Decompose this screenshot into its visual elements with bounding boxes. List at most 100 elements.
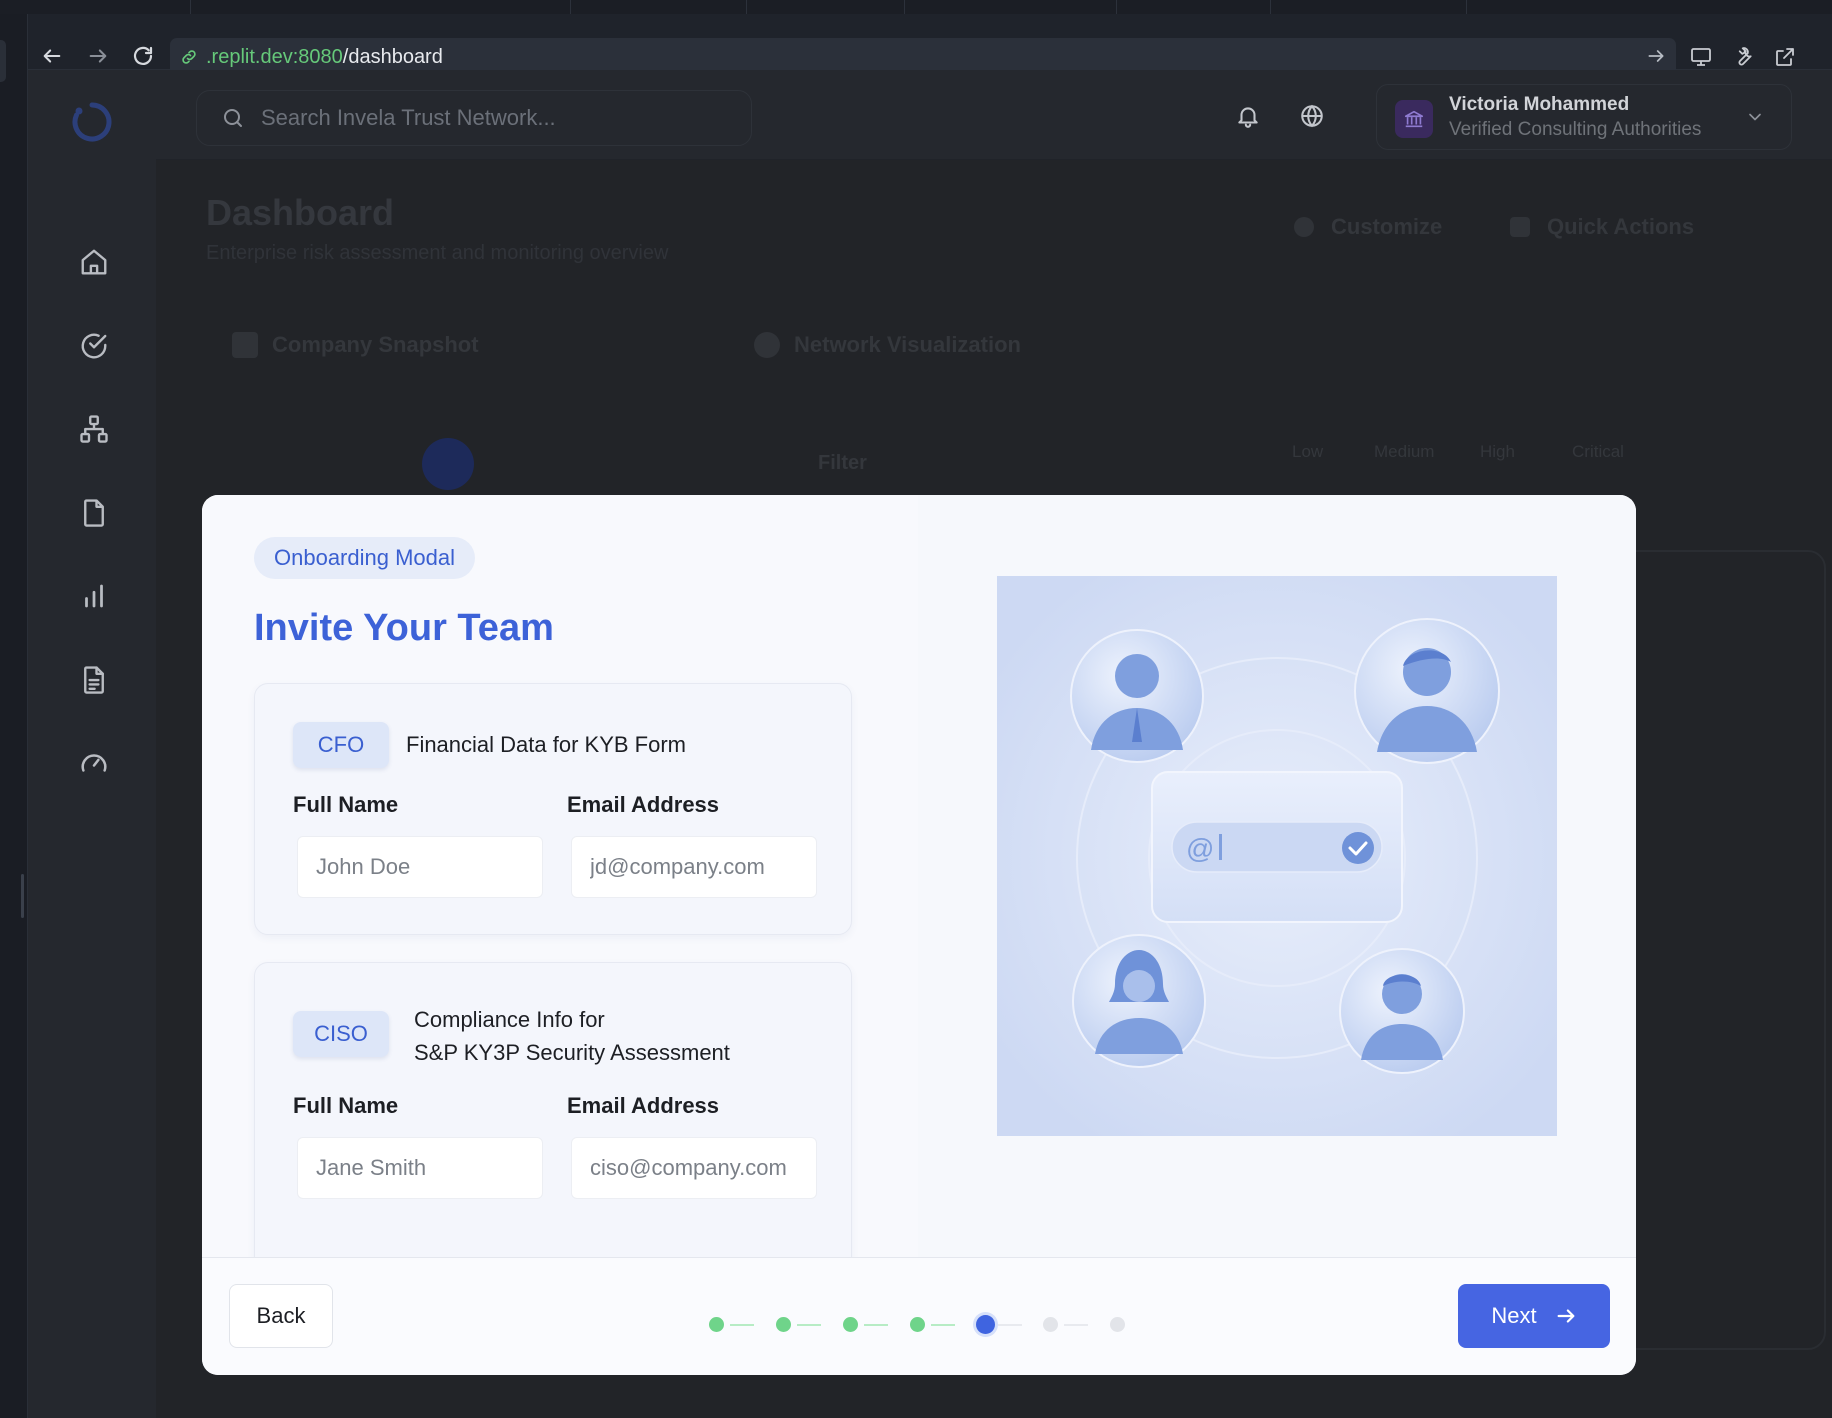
- url-host: .replit.dev:8080: [206, 45, 343, 68]
- devices-button[interactable]: [1684, 40, 1718, 74]
- cfo-full-name-input[interactable]: [297, 836, 543, 898]
- browser-tab[interactable]: [1116, 0, 1270, 14]
- forward-nav-button[interactable]: [80, 38, 116, 74]
- modal-title: Invite Your Team: [254, 607, 554, 649]
- company-node: [422, 438, 474, 490]
- step-dot-complete: [776, 1317, 791, 1332]
- sidebar-item-insights[interactable]: [74, 576, 114, 616]
- next-button[interactable]: Next: [1458, 1284, 1610, 1348]
- search-icon: [224, 109, 242, 127]
- reload-button[interactable]: [125, 38, 161, 74]
- modal-content: Onboarding Modal Invite Your Team CFO Fi…: [202, 495, 918, 1282]
- step-dot-complete: [910, 1317, 925, 1332]
- arrow-right-icon: [1557, 1309, 1575, 1323]
- modal-badge: Onboarding Modal: [254, 537, 476, 579]
- grid-icon: [1510, 217, 1530, 237]
- arrow-left-icon: [43, 49, 61, 63]
- global-search[interactable]: Search Invela Trust Network...: [196, 90, 752, 146]
- monitor-icon: [1691, 48, 1711, 66]
- devtools-button[interactable]: [1726, 40, 1760, 74]
- role-badge-cfo: CFO: [293, 722, 389, 768]
- step-connector: [730, 1324, 754, 1326]
- role-badge-ciso: CISO: [293, 1011, 389, 1057]
- link-icon: [182, 50, 196, 64]
- gauge-icon: [81, 754, 107, 772]
- ciso-email-input[interactable]: [571, 1137, 817, 1199]
- browser-tab[interactable]: [904, 0, 1116, 14]
- wrench-icon: [1738, 47, 1752, 66]
- company-avatar: [1395, 100, 1433, 138]
- arrow-right-icon: [89, 49, 107, 63]
- document-icon: [84, 666, 104, 694]
- step-dot-complete: [843, 1317, 858, 1332]
- browser-tab[interactable]: [746, 0, 904, 14]
- reload-icon: [133, 46, 153, 65]
- notifications-button[interactable]: [1230, 98, 1266, 134]
- go-button[interactable]: [1646, 46, 1666, 71]
- browser-tab[interactable]: [570, 0, 746, 14]
- resize-handle[interactable]: [21, 874, 24, 918]
- step-connector: [998, 1324, 1022, 1326]
- network-icon: [80, 415, 108, 443]
- email-input-card: @: [1151, 771, 1403, 923]
- network-viz-icon: [754, 332, 780, 358]
- role-description-ciso-line2: S&P KY3P Security Assessment: [414, 1040, 730, 1065]
- person-orb-top-left: [1070, 629, 1204, 763]
- step-dot-pending: [1110, 1317, 1125, 1332]
- next-button-label: Next: [1491, 1303, 1537, 1328]
- full-name-label: Full Name: [293, 1093, 399, 1118]
- filter-button[interactable]: Filter: [818, 452, 867, 475]
- email-label: Email Address: [567, 792, 720, 817]
- sidebar-item-documents[interactable]: [74, 660, 114, 700]
- back-button[interactable]: Back: [229, 1284, 333, 1348]
- step-dot-pending: [1043, 1317, 1058, 1332]
- language-button[interactable]: [1294, 98, 1330, 134]
- step-connector: [931, 1324, 955, 1326]
- team-invite-illustration: @: [997, 576, 1557, 1136]
- role-description-ciso-line1: Compliance Info for: [414, 1007, 605, 1032]
- sidebar-item-risk[interactable]: [74, 743, 114, 783]
- left-edge-panel: [0, 14, 28, 1418]
- bell-icon: [1238, 107, 1258, 128]
- top-header: Search Invela Trust Network... Victoria …: [156, 70, 1832, 160]
- user-menu[interactable]: Victoria Mohammed Verified Consulting Au…: [1376, 84, 1792, 150]
- sidebar-item-network[interactable]: [74, 409, 114, 449]
- step-dot-complete: [709, 1317, 724, 1332]
- user-organization: Verified Consulting Authorities: [1449, 119, 1702, 140]
- risk-legend-critical: Critical: [1572, 442, 1624, 461]
- step-dot-current: [976, 1315, 995, 1334]
- browser-tab[interactable]: [1466, 0, 1666, 14]
- browser-tab[interactable]: [1270, 0, 1466, 14]
- risk-legend-high: High: [1480, 442, 1515, 461]
- email-label: Email Address: [567, 1093, 720, 1118]
- logo-icon[interactable]: [70, 100, 114, 149]
- browser-tab-strip: [0, 0, 1832, 14]
- invite-card-ciso: CISO Compliance Info for S&P KY3P Securi…: [254, 962, 852, 1282]
- full-name-label: Full Name: [293, 792, 399, 817]
- widget-title-network-visualization: Network Visualization: [794, 332, 1021, 357]
- home-icon: [81, 249, 107, 275]
- browser-tab[interactable]: [190, 0, 570, 14]
- quick-actions-button[interactable]: Quick Actions: [1547, 214, 1694, 240]
- browser-toolbar: .replit.dev:8080/dashboard: [0, 14, 1832, 76]
- arrow-right-icon: [1648, 50, 1664, 62]
- open-external-button[interactable]: [1768, 40, 1802, 74]
- cfo-email-input[interactable]: [571, 836, 817, 898]
- sidebar-item-files[interactable]: [74, 493, 114, 533]
- customize-button[interactable]: Customize: [1331, 214, 1442, 240]
- url-text: .replit.dev:8080/dashboard: [206, 46, 443, 69]
- sidebar-item-home[interactable]: [74, 242, 114, 282]
- globe-icon: [1301, 104, 1323, 128]
- back-nav-button[interactable]: [34, 38, 70, 74]
- chevron-down-icon: [1745, 107, 1765, 132]
- bar-chart-icon: [85, 584, 103, 608]
- widget-title-company-snapshot: Company Snapshot: [272, 332, 479, 357]
- onboarding-modal: Onboarding Modal Invite Your Team CFO Fi…: [202, 495, 1636, 1375]
- screen: .replit.dev:8080/dashboard Search Invela…: [0, 0, 1832, 1418]
- at-sign-icon: @: [1186, 833, 1214, 864]
- modal-footer: Back Next: [202, 1257, 1636, 1375]
- sidebar-item-tasks[interactable]: [74, 326, 114, 366]
- ciso-full-name-input[interactable]: [297, 1137, 543, 1199]
- sidebar: [28, 70, 156, 1418]
- panel-tab[interactable]: [0, 40, 6, 82]
